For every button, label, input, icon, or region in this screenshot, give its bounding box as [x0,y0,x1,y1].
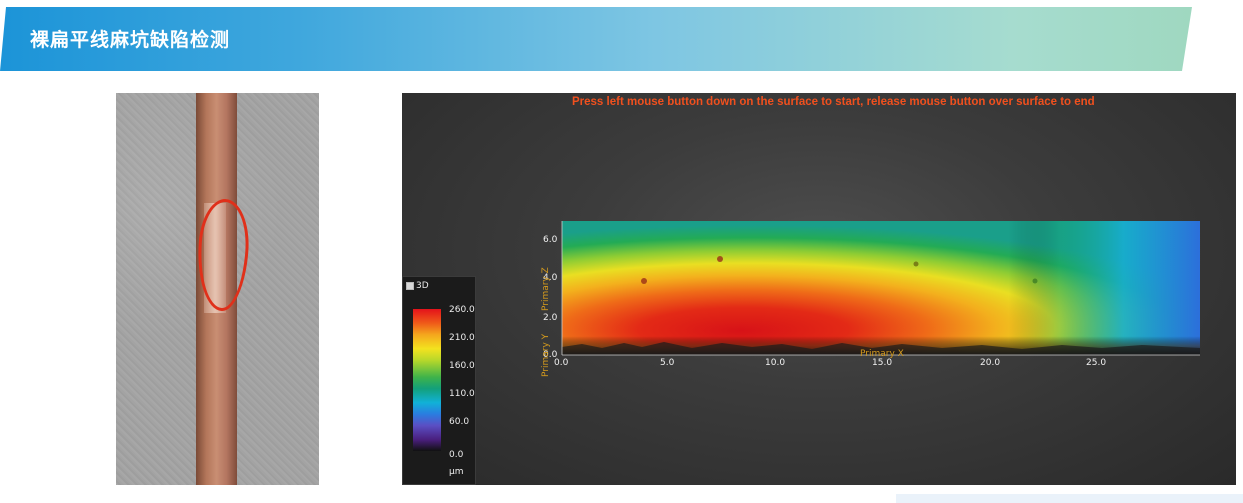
pit-spot [717,256,723,262]
axis-title-primary-x: Primary X [860,349,904,359]
legend-tick: 210.0 [449,333,475,343]
legend-checkbox[interactable] [406,282,414,290]
corner-decoration [896,494,1243,503]
axis-title-primary-z: Primary Z [541,267,551,311]
pit-spot [913,261,919,267]
z-tick-label: 6.0 [543,235,558,245]
legend-tick: 60.0 [449,417,470,427]
legend-tick: 110.0 [449,389,475,399]
legend-title: 3D [416,281,429,291]
pit-spot [641,278,647,284]
header-banner: 裸扁平线麻坑缺陷检测 [0,7,1192,71]
surface-bottom-edge [562,221,1200,355]
legend-color-bar [413,309,441,451]
z-tick-label: 2.0 [543,313,558,323]
x-tick-label: 5.0 [660,358,675,368]
x-tick-label: 20.0 [980,358,1000,368]
color-scale-legend: 3D 260.0 210.0 160.0 110.0 60.0 0.0 μm [402,276,476,485]
surface-3d-viewer[interactable]: Press left mouse button down on the surf… [402,93,1236,485]
axis-title-primary-y: Primary Y [541,333,551,377]
x-tick-label: 15.0 [872,358,892,368]
pit-spot [1032,278,1038,284]
x-tick-label: 0.0 [554,358,569,368]
legend-tick: 260.0 [449,305,475,315]
legend-unit: μm [449,467,464,477]
legend-tick: 0.0 [449,450,464,460]
surface-plot[interactable]: 6.0 4.0 2.0 0.0 0.0 5.0 10.0 15.0 20.0 2… [402,93,1236,485]
sample-photo [116,93,319,485]
page-title: 裸扁平线麻坑缺陷检测 [30,29,231,51]
x-tick-label: 25.0 [1086,358,1106,368]
legend-tick: 160.0 [449,361,475,371]
x-tick-label: 10.0 [765,358,785,368]
